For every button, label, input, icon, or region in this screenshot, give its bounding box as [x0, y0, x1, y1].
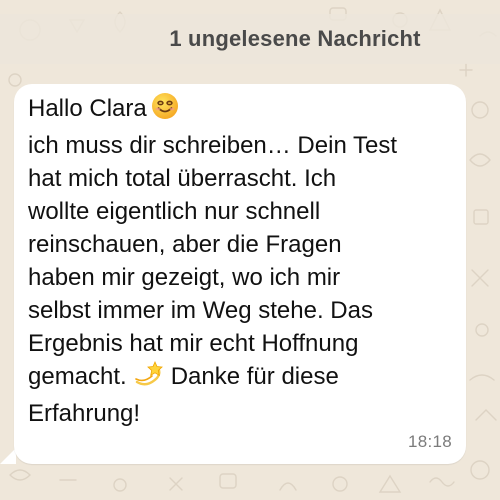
message-line: Erfahrung! [28, 400, 141, 427]
message-line: selbst immer im Weg stehe. Das [28, 297, 373, 324]
unread-messages-banner: 1 ungelesene Nachricht [0, 14, 500, 64]
message-line: gemacht. Danke für diese [28, 360, 458, 397]
message-timestamp: 18:18 [407, 432, 452, 451]
message-line: reinschauen, aber die Fragen [28, 231, 342, 258]
message-line: haben mir gezeigt, wo ich mir [28, 264, 341, 291]
message-segment: Danke für diese [170, 363, 339, 390]
message-text: Hallo Clara ich muss dir schreiben… Dein… [28, 92, 458, 430]
dizzy-star-icon [133, 360, 163, 397]
message-line: ich muss dir schreiben… Dein Test [28, 132, 398, 159]
message-line: wollte eigentlich nur schnell [28, 198, 321, 225]
smiling-face-icon [151, 92, 179, 129]
message-line: Ergebnis hat mir echt Hoffnung [28, 330, 359, 357]
message-line: Hallo Clara [28, 92, 458, 129]
incoming-message-bubble[interactable]: Hallo Clara ich muss dir schreiben… Dein… [14, 84, 466, 464]
greeting-text: Hallo Clara [28, 95, 147, 122]
message-line: hat mich total überrascht. Ich [28, 165, 337, 192]
unread-count-label: 1 ungelesene Nachricht [169, 26, 421, 51]
message-segment: gemacht. [28, 363, 127, 390]
